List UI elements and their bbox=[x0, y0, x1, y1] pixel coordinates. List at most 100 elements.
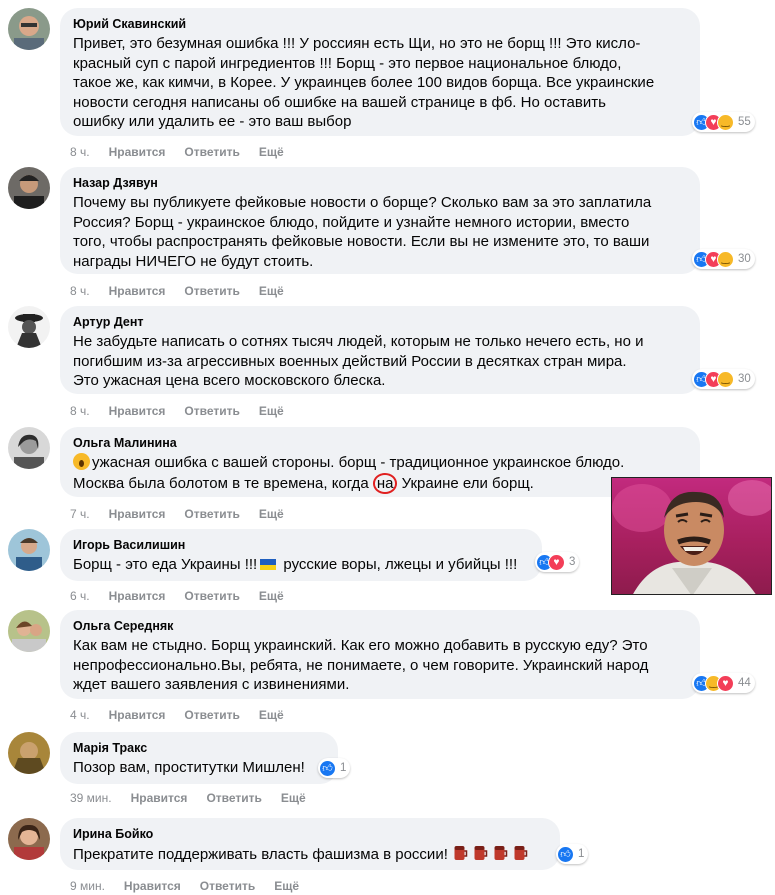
like-reaction-icon: 👍︎ bbox=[557, 845, 574, 863]
avatar[interactable] bbox=[8, 818, 50, 860]
reaction-count: 3 bbox=[569, 556, 576, 568]
more-link[interactable]: Ещё bbox=[274, 879, 299, 893]
reply-link[interactable]: Ответить bbox=[184, 284, 239, 298]
comment-actions: 8 ч. Нравится Ответить Ещё bbox=[70, 145, 284, 159]
like-link[interactable]: Нравится bbox=[124, 879, 181, 893]
avatar[interactable] bbox=[8, 610, 50, 652]
comment-text: Как вам не стыдно. Борщ украинский. Как … bbox=[73, 637, 649, 693]
avatar[interactable] bbox=[8, 8, 50, 50]
avatar[interactable] bbox=[8, 529, 50, 571]
reply-link[interactable]: Ответить bbox=[184, 589, 239, 603]
more-link[interactable]: Ещё bbox=[259, 404, 284, 418]
comment-text-part: ужасная ошибка с вашей стороны. борщ - т… bbox=[73, 454, 625, 492]
comment-time[interactable]: 8 ч. bbox=[70, 404, 90, 418]
reaction-summary[interactable]: 👍︎ 1 bbox=[318, 758, 351, 778]
like-link[interactable]: Нравится bbox=[109, 507, 166, 521]
more-link[interactable]: Ещё bbox=[281, 791, 306, 805]
love-reaction-icon: ♥ bbox=[717, 674, 734, 692]
reply-link[interactable]: Ответить bbox=[200, 879, 255, 893]
haha-reaction-icon: ‿ bbox=[717, 250, 734, 268]
comment-time[interactable]: 6 ч. bbox=[70, 589, 90, 603]
comment-text: ужасная ошибка с вашей стороны. борщ - т… bbox=[73, 453, 687, 494]
comment-bubble: Ольга Малинина ужасная ошибка с вашей ст… bbox=[60, 427, 700, 497]
beer-mug-icon bbox=[514, 846, 528, 860]
love-reaction-icon: ♥ bbox=[548, 553, 565, 571]
reply-link[interactable]: Ответить bbox=[184, 708, 239, 722]
reaction-count: 1 bbox=[340, 762, 347, 774]
comment-author[interactable]: Ирина Бойко bbox=[73, 826, 547, 842]
comment-text: Почему вы публикуете фейковые новости о … bbox=[73, 194, 652, 270]
comment-author[interactable]: Марія Тракс bbox=[73, 740, 325, 756]
comment-bubble: Ольга Середняк Как вам не стыдно. Борщ у… bbox=[60, 610, 700, 699]
comment-bubble: Назар Дзявун Почему вы публикуете фейков… bbox=[60, 167, 700, 274]
comment-author[interactable]: Артур Дент bbox=[73, 314, 687, 330]
reaction-count: 55 bbox=[738, 116, 751, 128]
comment-bubble: Марія Тракс Позор вам, проститутки Мишле… bbox=[60, 732, 338, 784]
comment-text: Не забудьте написать о сотнях тысяч люде… bbox=[73, 333, 644, 389]
like-link[interactable]: Нравится bbox=[131, 791, 188, 805]
comment-text-part: Украине ели борщ. bbox=[397, 474, 534, 492]
avatar[interactable] bbox=[8, 306, 50, 348]
reaction-count: 44 bbox=[738, 677, 751, 689]
reaction-summary[interactable]: 👍︎ ♥ 3 bbox=[535, 552, 580, 572]
comment-actions: 7 ч. Нравится Ответить Ещё bbox=[70, 507, 284, 521]
reaction-count: 1 bbox=[578, 848, 585, 860]
comment-time[interactable]: 39 мин. bbox=[70, 791, 112, 805]
ukraine-flag-icon bbox=[260, 559, 277, 570]
comment-author[interactable]: Игорь Василишин bbox=[73, 537, 529, 553]
reply-link[interactable]: Ответить bbox=[184, 507, 239, 521]
comment-author[interactable]: Назар Дзявун bbox=[73, 175, 687, 191]
more-link[interactable]: Ещё bbox=[259, 284, 284, 298]
reaction-summary[interactable]: 👍︎ ‿ ♥ 44 bbox=[692, 673, 755, 693]
more-link[interactable]: Ещё bbox=[259, 145, 284, 159]
comment-actions: 9 мин. Нравится Ответить Ещё bbox=[70, 879, 299, 893]
reaction-count: 30 bbox=[738, 373, 751, 385]
like-link[interactable]: Нравится bbox=[109, 145, 166, 159]
beer-mug-icon bbox=[474, 846, 488, 860]
reaction-summary[interactable]: 👍︎ ♥ ‿ 30 bbox=[692, 249, 755, 269]
comment-time[interactable]: 8 ч. bbox=[70, 284, 90, 298]
like-link[interactable]: Нравится bbox=[109, 404, 166, 418]
comment-actions: 8 ч. Нравится Ответить Ещё bbox=[70, 404, 284, 418]
haha-reaction-icon: ‿ bbox=[717, 113, 734, 131]
like-reaction-icon: 👍︎ bbox=[319, 759, 336, 777]
reply-link[interactable]: Ответить bbox=[206, 791, 261, 805]
reply-link[interactable]: Ответить bbox=[184, 145, 239, 159]
reaction-count: 30 bbox=[738, 253, 751, 265]
comment-text-part: Прекратите поддерживать власть фашизма в… bbox=[73, 846, 448, 863]
more-link[interactable]: Ещё bbox=[259, 589, 284, 603]
comment-author[interactable]: Юрий Скавинский bbox=[73, 16, 687, 32]
reaction-summary[interactable]: 👍︎ 1 bbox=[556, 844, 589, 864]
avatar[interactable] bbox=[8, 732, 50, 774]
like-link[interactable]: Нравится bbox=[109, 284, 166, 298]
scream-emoji-icon bbox=[73, 453, 90, 470]
like-link[interactable]: Нравится bbox=[109, 708, 166, 722]
highlighted-word: на bbox=[372, 472, 398, 494]
comment-bubble: Игорь Василишин Борщ - это еда Украины !… bbox=[60, 529, 542, 581]
beer-mug-icon bbox=[494, 846, 508, 860]
more-link[interactable]: Ещё bbox=[259, 507, 284, 521]
comment-text: Позор вам, проститутки Мишлен! bbox=[73, 759, 305, 776]
comment-text: Прекратите поддерживать власть фашизма в… bbox=[73, 844, 547, 865]
comment-actions: 4 ч. Нравится Ответить Ещё bbox=[70, 708, 284, 722]
more-link[interactable]: Ещё bbox=[259, 708, 284, 722]
comment-bubble: Артур Дент Не забудьте написать о сотнях… bbox=[60, 306, 700, 394]
haha-reaction-icon: ‿ bbox=[717, 370, 734, 388]
comment-text: Привет, это безумная ошибка !!! У россия… bbox=[73, 35, 655, 130]
avatar[interactable] bbox=[8, 427, 50, 469]
like-link[interactable]: Нравится bbox=[109, 589, 166, 603]
comment-time[interactable]: 9 мин. bbox=[70, 879, 105, 893]
comment-time[interactable]: 8 ч. bbox=[70, 145, 90, 159]
reaction-summary[interactable]: 👍︎ ♥ ‿ 30 bbox=[692, 369, 755, 389]
avatar[interactable] bbox=[8, 167, 50, 209]
comment-text: Борщ - это еда Украины !!! русские воры,… bbox=[73, 555, 529, 575]
comment-time[interactable]: 4 ч. bbox=[70, 708, 90, 722]
comment-bubble: Юрий Скавинский Привет, это безумная оши… bbox=[60, 8, 700, 136]
reaction-summary[interactable]: 👍︎ ♥ ‿ 55 bbox=[692, 112, 755, 132]
laughing-man-meme-image bbox=[611, 477, 772, 595]
comment-actions: 6 ч. Нравится Ответить Ещё bbox=[70, 589, 284, 603]
comment-author[interactable]: Ольга Малинина bbox=[73, 435, 687, 451]
reply-link[interactable]: Ответить bbox=[184, 404, 239, 418]
comment-author[interactable]: Ольга Середняк bbox=[73, 618, 687, 634]
comment-time[interactable]: 7 ч. bbox=[70, 507, 90, 521]
